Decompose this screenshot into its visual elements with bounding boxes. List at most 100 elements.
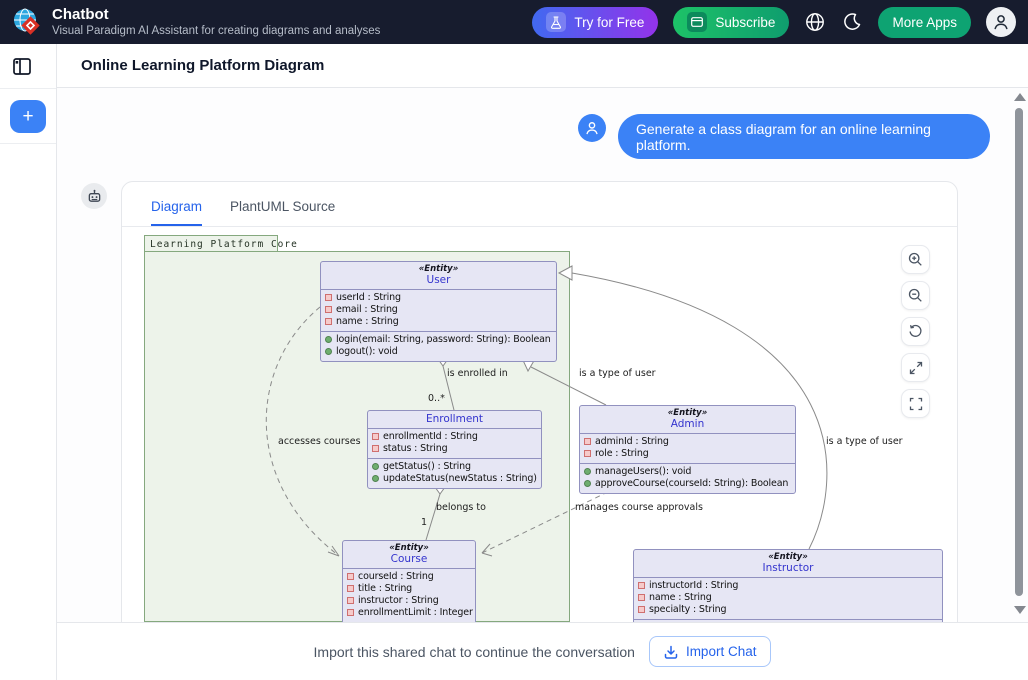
app-header: Chatbot Visual Paradigm AI Assistant for… [0, 0, 1028, 44]
import-chat-button[interactable]: Import Chat [649, 636, 772, 667]
class-attribute: specialty : String [638, 604, 938, 616]
account-avatar[interactable] [986, 7, 1016, 37]
scroll-up-icon[interactable] [1014, 93, 1026, 101]
subscribe-button[interactable]: Subscribe [673, 7, 789, 38]
flask-icon [546, 12, 566, 32]
class-stereotype: «Entity» [325, 264, 552, 274]
label-is-a-type-of-user-left: is a type of user [579, 368, 656, 379]
scrollbar-thumb[interactable] [1015, 108, 1023, 596]
attribute-icon [372, 445, 379, 452]
user-message-avatar [578, 114, 606, 142]
attribute-icon [638, 594, 645, 601]
class-admin[interactable]: «Entity»AdminadminId : Stringrole : Stri… [579, 405, 796, 494]
class-name: Enrollment [372, 413, 537, 425]
zoom-in-icon[interactable] [901, 245, 930, 274]
chat-scroll-area: Generate a class diagram for an online l… [57, 88, 1028, 622]
more-apps-label: More Apps [892, 15, 957, 30]
class-name: Instructor [638, 562, 938, 574]
label-accesses-courses: accesses courses [278, 436, 361, 447]
class-operation: login(email: String, password: String): … [325, 334, 552, 346]
diagram-viewport: Learning Platform Core [138, 227, 943, 622]
attribute-icon [325, 318, 332, 325]
attribute-icon [584, 450, 591, 457]
app-subtitle: Visual Paradigm AI Assistant for creatin… [52, 25, 380, 38]
attribute-icon [584, 438, 591, 445]
attribute-icon [638, 582, 645, 589]
diagram-card: Diagram PlantUML Source Learning Platfor… [121, 181, 958, 622]
class-course[interactable]: «Entity»Course courseId : Stringtitle : S… [342, 540, 476, 622]
reset-icon[interactable] [901, 317, 930, 346]
package-label: Learning Platform Core [144, 235, 278, 252]
label-is-enrolled-in: is enrolled in [447, 368, 508, 379]
robot-icon [81, 183, 107, 209]
operation-icon [372, 475, 379, 482]
label-belongs-to: belongs to [436, 502, 486, 513]
expand-icon[interactable] [901, 353, 930, 382]
class-attribute: email : String [325, 304, 552, 316]
user-avatar-icon [993, 14, 1009, 30]
try-for-free-label: Try for Free [574, 15, 644, 30]
tab-bar: Diagram PlantUML Source [122, 182, 957, 227]
class-attribute: enrollmentId : String [372, 431, 537, 443]
try-for-free-button[interactable]: Try for Free [532, 7, 658, 38]
moon-icon[interactable] [841, 11, 863, 33]
credit-card-icon [687, 12, 707, 32]
attribute-icon [347, 573, 354, 580]
sidebar: + [0, 44, 57, 680]
title-bar: Online Learning Platform Diagram [57, 44, 1028, 88]
download-icon [664, 645, 678, 659]
class-attribute: adminId : String [584, 436, 791, 448]
diagram-controls [901, 245, 930, 418]
class-attribute: instructorId : String [638, 580, 938, 592]
fullscreen-icon[interactable] [901, 389, 930, 418]
operation-icon [325, 336, 332, 343]
class-name: Course [347, 553, 471, 565]
class-instructor[interactable]: «Entity»Instructor instructorId : Stringn… [633, 549, 943, 622]
panel-toggle-icon[interactable] [13, 58, 31, 75]
class-stereotype: «Entity» [584, 408, 791, 418]
class-user[interactable]: «Entity»User userId : Stringemail : Strin… [320, 261, 557, 362]
attribute-icon [372, 433, 379, 440]
tab-diagram[interactable]: Diagram [151, 199, 202, 226]
scroll-down-icon[interactable] [1014, 606, 1026, 614]
new-chat-button[interactable]: + [10, 100, 46, 133]
class-name: User [325, 274, 552, 286]
class-attribute: userId : String [325, 292, 552, 304]
visual-paradigm-logo [12, 7, 42, 37]
class-operation: logout(): void [325, 346, 552, 358]
globe-icon[interactable] [804, 11, 826, 33]
class-enrollment[interactable]: Enrollment enrollmentId : Stringstatus : … [367, 410, 542, 489]
label-multiplicity-many: 0..* [428, 393, 445, 404]
class-attribute: title : String [347, 583, 471, 595]
class-stereotype: «Entity» [347, 543, 471, 553]
page-scrollbar[interactable] [1013, 88, 1027, 622]
class-name: Admin [584, 418, 791, 430]
attribute-icon [347, 597, 354, 604]
class-operation: getStatus() : String [372, 461, 537, 473]
label-is-a-type-of-user-right: is a type of user [826, 436, 903, 447]
class-stereotype: «Entity» [638, 552, 938, 562]
tab-plantuml-source[interactable]: PlantUML Source [230, 199, 335, 226]
class-attribute: name : String [325, 316, 552, 328]
attribute-icon [347, 609, 354, 616]
import-bar: Import this shared chat to continue the … [57, 622, 1028, 680]
class-attribute: instructor : String [347, 595, 471, 607]
class-attribute: status : String [372, 443, 537, 455]
class-operation: manageUsers(): void [584, 466, 791, 478]
more-apps-button[interactable]: More Apps [878, 7, 971, 38]
clipped-operations-compartment [634, 619, 942, 622]
user-avatar-icon [585, 121, 599, 135]
class-attribute: name : String [638, 592, 938, 604]
zoom-out-icon[interactable] [901, 281, 930, 310]
attribute-icon [638, 606, 645, 613]
subscribe-label: Subscribe [715, 15, 775, 30]
attribute-icon [325, 294, 332, 301]
attribute-icon [347, 585, 354, 592]
operation-icon [372, 463, 379, 470]
attribute-icon [325, 306, 332, 313]
class-operation: approveCourse(courseId: String): Boolean [584, 478, 791, 490]
import-chat-label: Import Chat [686, 644, 757, 659]
user-message-bubble: Generate a class diagram for an online l… [618, 114, 990, 159]
class-attribute: courseId : String [347, 571, 471, 583]
app-title: Chatbot [52, 6, 109, 23]
